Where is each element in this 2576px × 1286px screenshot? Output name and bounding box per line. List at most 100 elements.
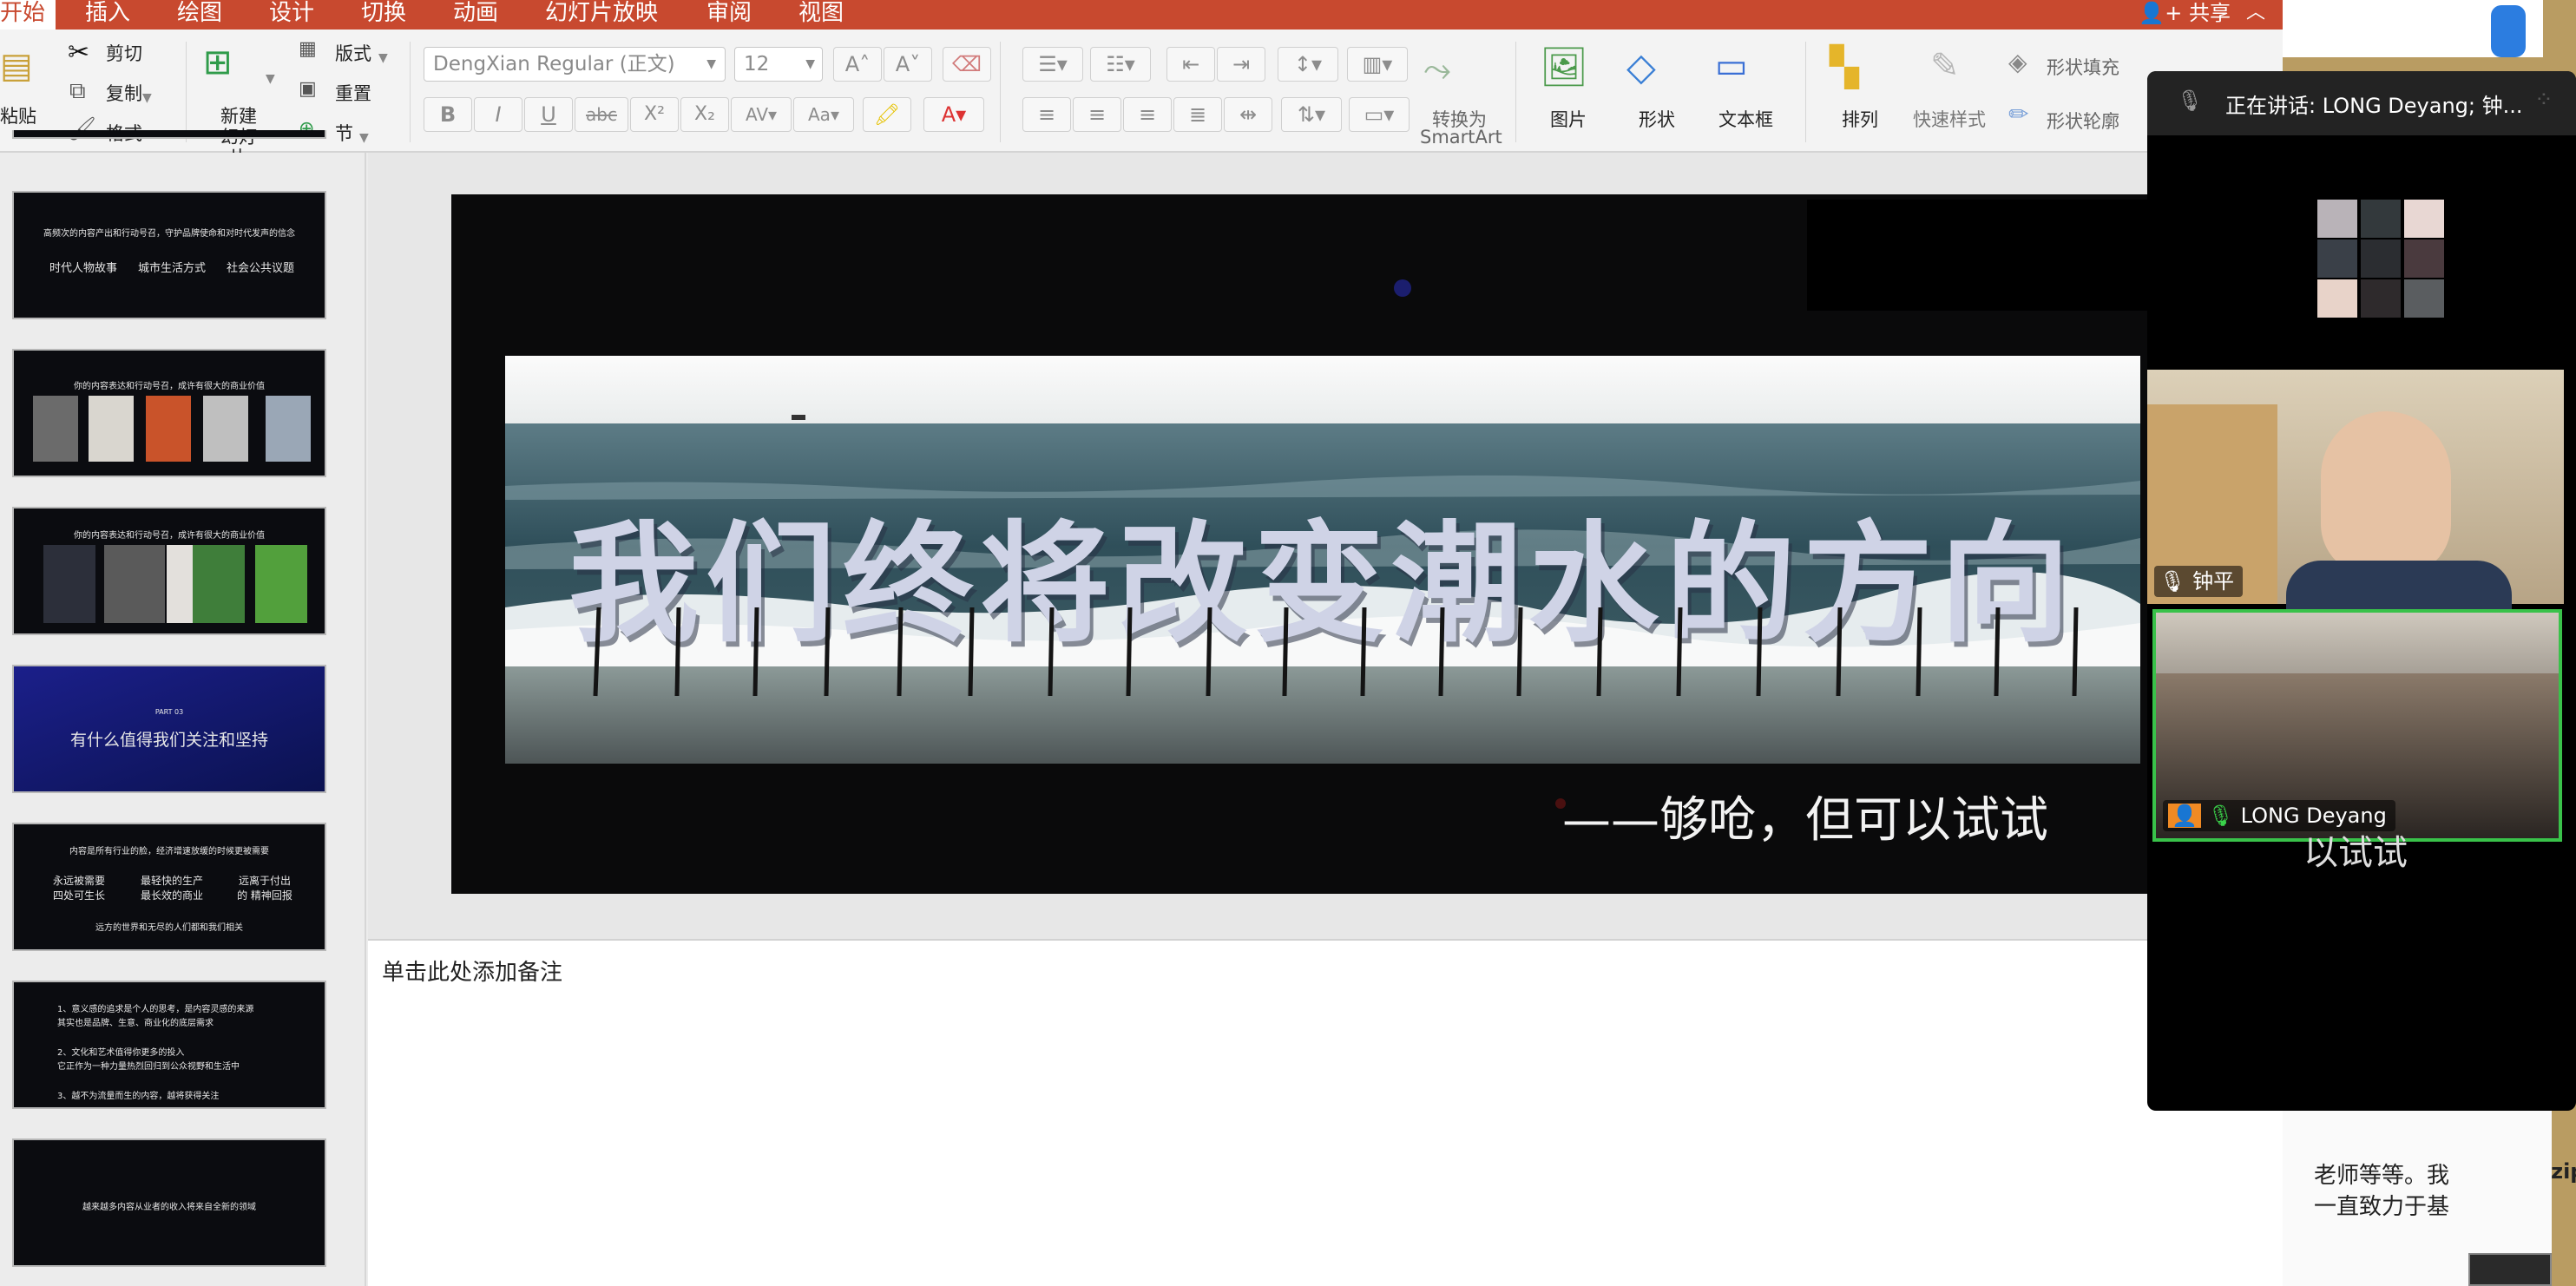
slide-subtitle[interactable]: ——够呛，但可以试试: [1562, 781, 2048, 851]
align-text-icon[interactable]: ▭▾: [1349, 97, 1410, 132]
align-center-icon[interactable]: ≡: [1073, 97, 1121, 132]
change-case-icon[interactable]: Aa▾: [793, 97, 854, 132]
slide-thumbnail[interactable]: [12, 130, 326, 139]
thumbnail-title: 你的内容表达和行动号召，成许有很大的商业价值: [74, 382, 265, 391]
font-name-select[interactable]: DengXian Regular (正文) ▼: [424, 47, 726, 82]
textbox-button[interactable]: 文本框: [1718, 106, 1773, 132]
reset-icon[interactable]: ▣: [299, 80, 317, 99]
notes-pane[interactable]: 单击此处添加备注: [368, 939, 2283, 1286]
section-button[interactable]: 节: [335, 120, 353, 146]
tab-animations[interactable]: 动画: [453, 0, 498, 30]
cut-button[interactable]: 剪切: [106, 40, 142, 66]
font-size-select[interactable]: 12 ▼: [734, 47, 823, 82]
tab-design[interactable]: 设计: [269, 0, 314, 30]
underline-icon[interactable]: U: [524, 97, 573, 132]
reset-button[interactable]: 重置: [335, 80, 371, 106]
slide-thumbnail[interactable]: 越来越多内容从业者的收入将来自全新的领域: [12, 1138, 326, 1267]
quick-styles-icon[interactable]: ✎: [1930, 49, 1960, 83]
scissors-icon[interactable]: ✂: [68, 40, 89, 66]
paste-icon[interactable]: ▤: [0, 49, 33, 83]
shapes-icon[interactable]: ◇: [1626, 49, 1656, 87]
shapes-button[interactable]: 形状: [1639, 106, 1675, 132]
tab-insert[interactable]: 插入: [85, 0, 130, 30]
slide-thumbnail[interactable]: PART 03 有什么值得我们关注和坚持: [12, 665, 326, 793]
columns-icon[interactable]: ▥▾: [1347, 47, 1408, 82]
smartart-icon[interactable]: ⤳: [1423, 52, 1451, 87]
layout-button[interactable]: 版式: [335, 40, 371, 66]
clear-format-icon[interactable]: ⌫: [943, 47, 991, 82]
decrease-indent-icon[interactable]: ⇤: [1166, 47, 1215, 82]
font-size-value: 12: [744, 53, 770, 75]
picture-icon[interactable]: 🖼: [1540, 49, 1588, 87]
arrange-button[interactable]: 排列: [1842, 106, 1878, 132]
tab-home[interactable]: 开始: [0, 0, 56, 30]
slide-thumbnail[interactable]: 内容是所有行业的脸，经济增速放缓的时候更被需要 永远被需要 四处可生长 最轻快的…: [12, 823, 326, 951]
shape-outline-button[interactable]: 形状轮廓: [2047, 108, 2119, 134]
current-slide[interactable]: 我们终将改变潮水的方向 ——够呛，但可以试试: [451, 194, 2194, 894]
chevron-down-icon[interactable]: ▼: [266, 64, 275, 87]
new-slide-icon[interactable]: ⊞: [203, 45, 233, 80]
character-spacing-icon[interactable]: AV▾: [731, 97, 792, 132]
slide-thumbnail[interactable]: 你的内容表达和行动号召，成许有很大的商业价值: [12, 349, 326, 477]
ribbon-divider: [1000, 42, 1001, 142]
pen-icon[interactable]: ✏: [2008, 102, 2028, 127]
highlight-icon[interactable]: 🖍: [863, 97, 911, 132]
tab-view[interactable]: 视图: [798, 0, 844, 30]
strikethrough-icon[interactable]: abc: [575, 97, 628, 132]
tab-draw[interactable]: 绘图: [177, 0, 222, 30]
tab-review[interactable]: 审阅: [706, 0, 752, 30]
slide-thumbnail[interactable]: 高频次的内容产出和行动号召，守护品牌使命和对时代发声的信念 时代人物故事 城市生…: [12, 191, 326, 319]
picture-button[interactable]: 图片: [1550, 106, 1587, 132]
chevron-down-icon[interactable]: ▼: [359, 123, 369, 146]
blurred-video-tile: [2317, 200, 2444, 318]
slide-thumbnail[interactable]: 你的内容表达和行动号召，成许有很大的商业价值: [12, 507, 326, 635]
thumbnail-photo: [104, 545, 165, 623]
convert-smartart-label-2[interactable]: SmartArt: [1420, 127, 1502, 148]
participant-video-zhongping[interactable]: 🎙 钟平: [2147, 370, 2564, 613]
align-left-icon[interactable]: ≡: [1022, 97, 1071, 132]
bold-icon[interactable]: B: [424, 97, 472, 132]
notes-placeholder[interactable]: 单击此处添加备注: [382, 955, 562, 987]
bullets-icon[interactable]: ☰▾: [1022, 47, 1083, 82]
collapse-ribbon-icon[interactable]: ︿: [2246, 0, 2265, 26]
chevron-down-icon[interactable]: ▼: [378, 43, 388, 66]
sea-banner-image[interactable]: 我们终将改变潮水的方向: [505, 356, 2140, 764]
arrange-icon[interactable]: ▚: [1830, 49, 1859, 87]
tab-slideshow[interactable]: 幻灯片放映: [545, 0, 658, 30]
ribbon-tab-bar: 开始 插入 绘图 设计 切换 动画 幻灯片放映 审阅 视图 👤+ 共享 ︿: [0, 0, 2283, 30]
increase-indent-icon[interactable]: ⇥: [1217, 47, 1265, 82]
italic-icon[interactable]: I: [474, 97, 522, 132]
grow-font-icon[interactable]: A˄: [833, 47, 882, 82]
subscript-icon[interactable]: X₂: [680, 97, 729, 132]
quick-styles-button[interactable]: 快速样式: [1913, 106, 1986, 132]
shrink-font-icon[interactable]: A˅: [884, 47, 932, 82]
copy-icon[interactable]: ⧉: [69, 80, 86, 102]
copy-button[interactable]: 复制: [106, 80, 142, 106]
numbering-icon[interactable]: ☷▾: [1090, 47, 1151, 82]
align-right-icon[interactable]: ≡: [1123, 97, 1172, 132]
distribute-icon[interactable]: ⇹: [1224, 97, 1272, 132]
video-meeting-panel[interactable]: 🎙 正在讲话: LONG Deyang; 钟... ⁘ 🎙 钟平 👤 🎙 LON…: [2147, 71, 2576, 1111]
line-spacing-icon[interactable]: ↕▾: [1278, 47, 1338, 82]
chat-text-line: 一直致力于基: [2314, 1194, 2450, 1220]
textbox-icon[interactable]: ▭: [1715, 49, 1748, 83]
chat-thumbnail[interactable]: [2468, 1253, 2552, 1286]
slide-thumbnails-panel[interactable]: 高频次的内容产出和行动号召，守护品牌使命和对时代发声的信念 时代人物故事 城市生…: [0, 130, 366, 1286]
participant-video-long-deyang[interactable]: 👤 🎙 LONG Deyang: [2152, 609, 2562, 842]
share-button[interactable]: 👤+ 共享: [2139, 0, 2231, 26]
paste-label[interactable]: 粘贴: [0, 102, 36, 128]
slide-thumbnail[interactable]: 1、意义感的追求是个人的思考，是内容灵感的来源 其实也是品牌、生意、商业化的底层…: [12, 981, 326, 1109]
text-direction-icon[interactable]: ⇅▾: [1281, 97, 1342, 132]
font-color-icon[interactable]: A▾: [923, 97, 984, 132]
layout-icon[interactable]: ▦: [299, 40, 317, 59]
justify-icon[interactable]: ≣: [1173, 97, 1222, 132]
chevron-down-icon[interactable]: ▼: [142, 83, 152, 106]
superscript-icon[interactable]: X²: [630, 97, 679, 132]
tab-transitions[interactable]: 切换: [361, 0, 406, 30]
paint-bucket-icon[interactable]: ◈: [2008, 50, 2027, 75]
participant-name-badge: 🎙 钟平: [2154, 566, 2244, 597]
grid-view-icon[interactable]: ⁘: [2534, 87, 2553, 113]
active-speaker-label: 正在讲话: LONG Deyang; 钟...: [2225, 94, 2523, 118]
shape-fill-button[interactable]: 形状填充: [2047, 54, 2119, 80]
microphone-icon[interactable]: 🎙: [2177, 89, 2203, 113]
